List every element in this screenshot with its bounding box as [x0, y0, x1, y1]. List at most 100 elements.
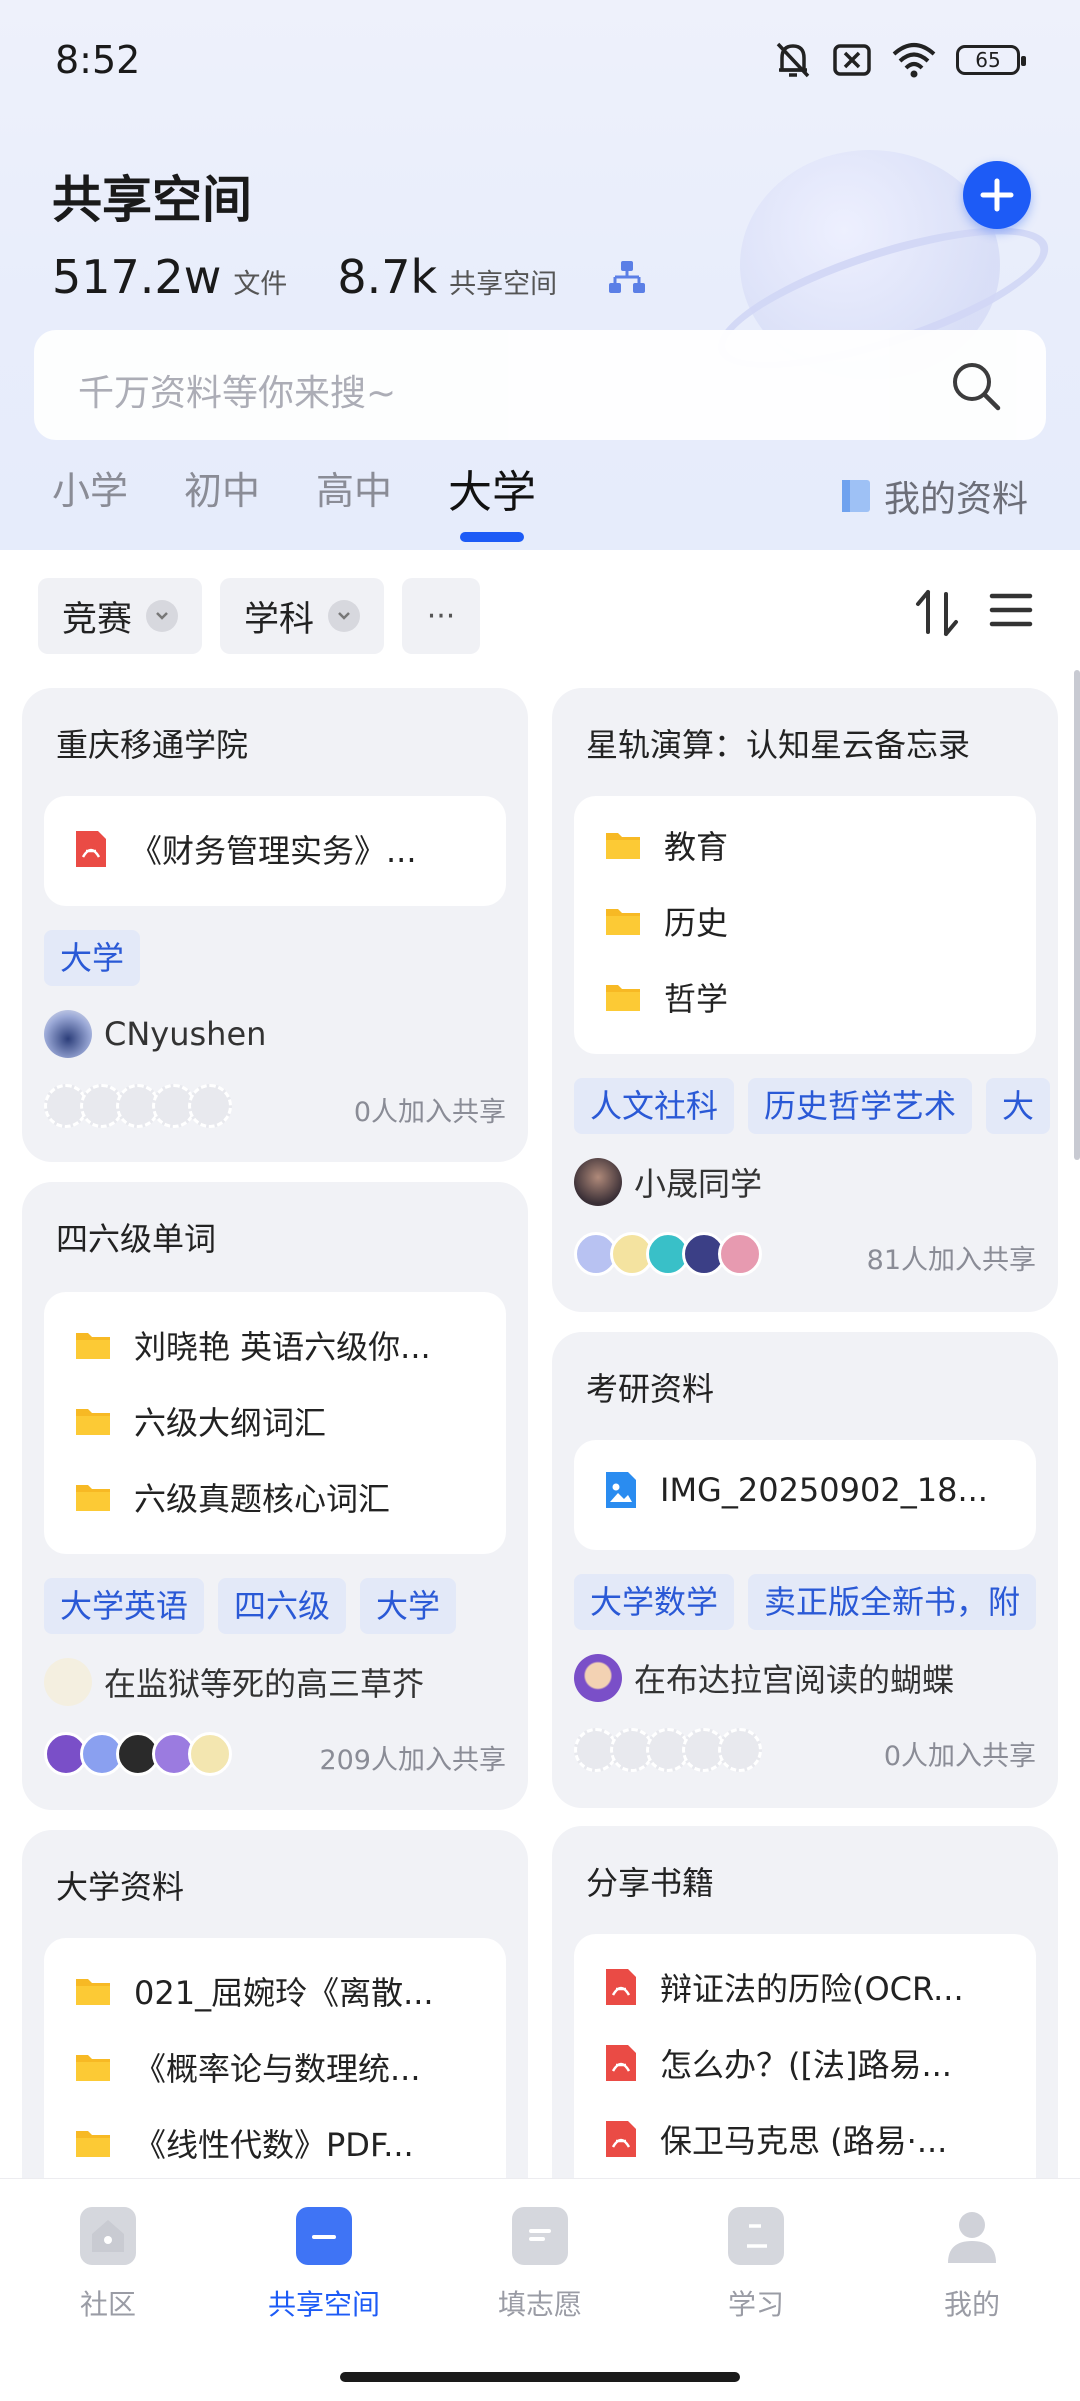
- plus-icon: [980, 178, 1014, 212]
- tab-university[interactable]: 大学: [448, 456, 536, 542]
- folder-item[interactable]: 历史: [604, 898, 728, 944]
- space-card[interactable]: 重庆移通学院 《财务管理实务》... 大学 CNyushen 0人加入共享: [22, 688, 528, 1162]
- page-title: 共享空间: [52, 171, 252, 229]
- file-item[interactable]: IMG_20250902_18...: [604, 1470, 988, 1510]
- owner-name: CNyushen: [104, 1015, 267, 1053]
- file-name: 《财务管理实务》...: [130, 832, 417, 870]
- file-item[interactable]: 《财务管理实务》...: [74, 826, 417, 872]
- file-list: 《财务管理实务》...: [44, 796, 506, 906]
- owner[interactable]: 在监狱等死的高三草芥: [44, 1658, 424, 1706]
- more-filter-button[interactable]: ···: [402, 578, 481, 654]
- network-icon[interactable]: [607, 259, 647, 295]
- bottom-nav: 社区 共享空间 填志愿 学习 我的: [0, 2178, 1080, 2401]
- file-name: 辩证法的历险(OCR...: [660, 1970, 964, 2008]
- avatar: [188, 1732, 232, 1776]
- nav-mine[interactable]: 我的: [902, 2207, 1042, 2323]
- nav-apply[interactable]: 填志愿: [470, 2207, 610, 2323]
- search-bar[interactable]: 千万资料等你来搜~: [34, 330, 1046, 440]
- competition-filter[interactable]: 竞赛: [38, 578, 203, 654]
- card-title: 重庆移通学院: [56, 726, 249, 764]
- folder-item[interactable]: 刘晓艳 英语六级你...: [74, 1322, 431, 1368]
- space-card[interactable]: 四六级单词 刘晓艳 英语六级你... 六级大纲词汇 六级真题核心词汇 大学英语 …: [22, 1182, 528, 1810]
- folder-name: 六级大纲词汇: [134, 1404, 327, 1442]
- tag[interactable]: 大学: [360, 1578, 457, 1634]
- tag[interactable]: 大学数学: [574, 1574, 735, 1630]
- folder-item[interactable]: 《概率论与数理统...: [74, 2044, 421, 2090]
- nav-community[interactable]: 社区: [38, 2207, 178, 2323]
- folder-icon: [76, 2131, 110, 2157]
- owner[interactable]: CNyushen: [44, 1010, 266, 1058]
- folder-item[interactable]: 021_屈婉玲《离散...: [74, 1968, 434, 2014]
- tag[interactable]: 大: [986, 1078, 1051, 1134]
- avatar: [574, 1158, 622, 1206]
- folder-name: 021_屈婉玲《离散...: [134, 1974, 434, 2012]
- folder-item[interactable]: 六级真题核心词汇: [74, 1474, 390, 1520]
- grade-tabs: 小学 初中 高中 大学: [52, 460, 536, 542]
- joined-count: 81人加入共享: [866, 1245, 1036, 1276]
- tag[interactable]: 卖正版全新书，附: [748, 1574, 1037, 1630]
- nav-label: 学习: [727, 2288, 784, 2321]
- files-count: 517.2w: [52, 250, 222, 304]
- tab-senior-high[interactable]: 高中: [316, 460, 392, 524]
- owner[interactable]: 小晟同学: [574, 1158, 762, 1206]
- tab-primary[interactable]: 小学: [52, 460, 128, 524]
- user-icon: [944, 2207, 1000, 2265]
- scrollbar[interactable]: [1074, 670, 1080, 1160]
- owner[interactable]: 在布达拉宫阅读的蝴蝶: [574, 1654, 954, 1702]
- wifi-icon: [892, 43, 936, 78]
- nav-shared-space[interactable]: 共享空间: [254, 2207, 394, 2323]
- tag[interactable]: 历史哲学艺术: [748, 1078, 973, 1134]
- folder-name: 哲学: [664, 980, 729, 1018]
- subject-filter[interactable]: 学科: [220, 578, 385, 654]
- file-list: 刘晓艳 英语六级你... 六级大纲词汇 六级真题核心词汇: [44, 1292, 506, 1554]
- list-view-icon[interactable]: [988, 590, 1034, 630]
- folder-name: 教育: [664, 828, 729, 866]
- nav-label: 我的: [943, 2288, 1000, 2321]
- form-icon: [512, 2207, 568, 2265]
- avatar: [718, 1232, 762, 1276]
- file-list: IMG_20250902_18...: [574, 1440, 1036, 1550]
- folder-item[interactable]: 六级大纲词汇: [74, 1398, 326, 1444]
- card-title: 大学资料: [56, 1868, 185, 1906]
- tag-list: 大学数学 卖正版全新书，附: [574, 1574, 1037, 1630]
- folder-icon: [76, 1979, 110, 2005]
- folder-item[interactable]: 《线性代数》PDF...: [74, 2120, 414, 2166]
- status-icons: 65: [774, 40, 1026, 80]
- folder-item[interactable]: 哲学: [604, 974, 728, 1020]
- pdf-icon: [606, 2045, 636, 2081]
- file-item[interactable]: 辩证法的历险(OCR...: [604, 1964, 964, 2010]
- file-item[interactable]: 怎么办？([法]路易...: [604, 2040, 952, 2086]
- home-indicator[interactable]: [340, 2372, 740, 2382]
- competition-filter-label: 竞赛: [62, 599, 133, 640]
- add-button[interactable]: [963, 161, 1031, 229]
- community-icon: [80, 2207, 136, 2265]
- member-avatars: [574, 1232, 762, 1276]
- book-icon: [728, 2207, 784, 2265]
- joined-count: 209人加入共享: [319, 1745, 506, 1776]
- no-sim-icon: [833, 44, 871, 76]
- nav-study[interactable]: 学习: [686, 2207, 826, 2323]
- sort-icon[interactable]: [914, 588, 960, 638]
- space-card[interactable]: 考研资料 IMG_20250902_18... 大学数学 卖正版全新书，附 在布…: [552, 1332, 1058, 1808]
- more-label: ···: [426, 598, 456, 634]
- member-avatars: [574, 1728, 762, 1772]
- tag[interactable]: 大学: [44, 930, 141, 986]
- chevron-down-icon: [146, 600, 179, 632]
- tag[interactable]: 四六级: [218, 1578, 347, 1634]
- tab-junior-high[interactable]: 初中: [184, 460, 260, 524]
- avatar: [574, 1654, 622, 1702]
- joined-count: 0人加入共享: [353, 1097, 506, 1128]
- card-title: 星轨演算：认知星云备忘录: [586, 726, 971, 764]
- member-avatars: [44, 1084, 232, 1128]
- file-item[interactable]: 保卫马克思 (路易·...: [604, 2116, 947, 2162]
- image-file-icon: [606, 1472, 636, 1508]
- tag[interactable]: 人文社科: [574, 1078, 735, 1134]
- search-icon[interactable]: [950, 360, 1002, 412]
- tag[interactable]: 大学英语: [44, 1578, 205, 1634]
- file-name: 怎么办？([法]路易...: [660, 2046, 952, 2084]
- tag-list: 大学: [44, 930, 141, 986]
- spaces-unit: 共享空间: [449, 269, 558, 300]
- my-resources-link[interactable]: 我的资料: [840, 470, 1028, 522]
- space-card[interactable]: 星轨演算：认知星云备忘录 教育 历史 哲学 人文社科 历史哲学艺术 大 小晟同学…: [552, 688, 1058, 1312]
- folder-item[interactable]: 教育: [604, 822, 728, 868]
